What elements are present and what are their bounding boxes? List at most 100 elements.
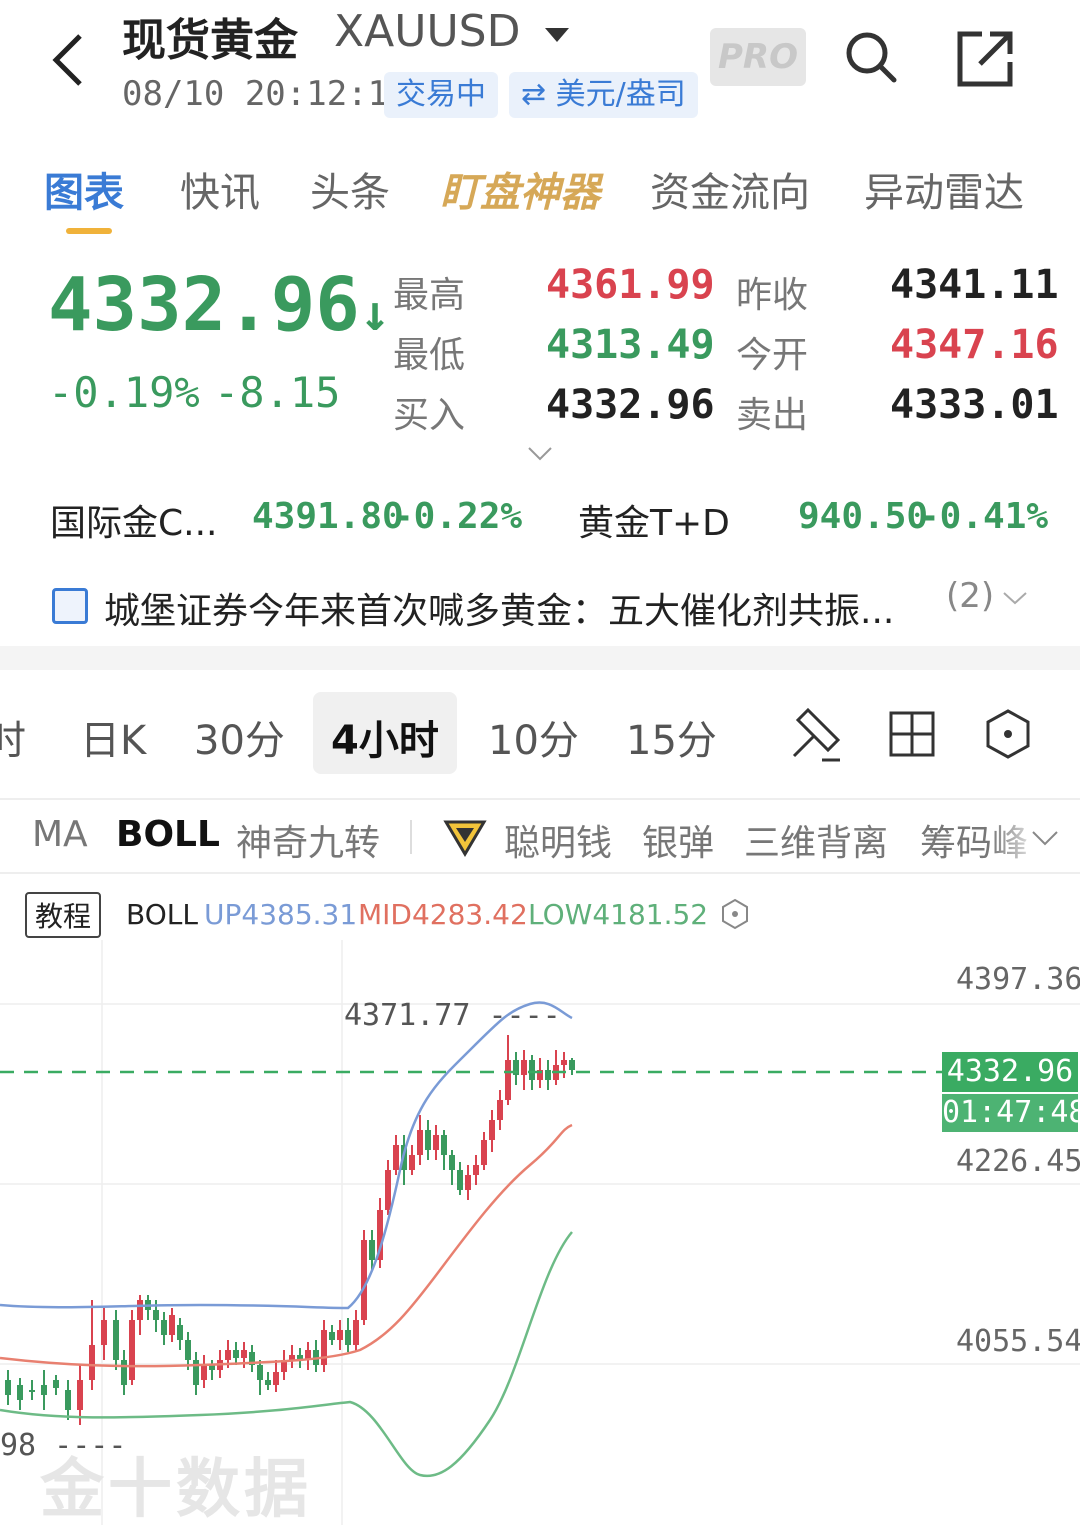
candle-body — [193, 1360, 199, 1385]
high-label: 最高 — [393, 275, 466, 316]
tab-headlines[interactable]: 头条 — [310, 160, 390, 218]
indicator-silver-bullet[interactable]: 银弹 — [642, 814, 714, 866]
news-chevron-icon[interactable] — [1002, 588, 1028, 608]
indicator-divider — [410, 820, 412, 854]
news-icon — [52, 588, 88, 624]
layout-grid-icon[interactable] — [888, 710, 936, 758]
candle-body — [121, 1360, 127, 1385]
dropdown-caret-icon[interactable] — [545, 28, 569, 42]
low-label: 最低 — [393, 335, 466, 376]
share-icon[interactable] — [956, 30, 1014, 88]
candle-body — [273, 1372, 279, 1385]
related-value-0: 4391.80 — [252, 496, 404, 537]
open-value: 4347.16 — [890, 322, 1059, 368]
candle-body — [441, 1135, 447, 1155]
low-value: 4313.49 — [546, 322, 715, 368]
candle-body — [201, 1365, 207, 1380]
candle-body — [497, 1100, 503, 1120]
candle-body — [265, 1380, 271, 1385]
boll-settings-icon[interactable] — [720, 898, 750, 930]
candle-body — [385, 1170, 391, 1210]
divider — [0, 872, 1080, 874]
candle-body — [225, 1350, 231, 1360]
high-value: 4361.99 — [546, 262, 715, 308]
candle-body — [529, 1060, 535, 1080]
candle-body — [101, 1320, 107, 1345]
tab-flash[interactable]: 快讯 — [180, 160, 260, 218]
candle-body — [489, 1120, 495, 1140]
candle-body — [65, 1390, 71, 1410]
settings-hexagon-icon[interactable] — [984, 708, 1032, 760]
candle-body — [129, 1320, 135, 1380]
boll-low: LOW4181.52 — [528, 898, 709, 931]
pro-button[interactable]: PRO — [710, 28, 806, 86]
axis-label-mid: 4226.45 — [956, 1144, 1080, 1179]
indicator-ma[interactable]: MA — [32, 814, 88, 855]
candle-body — [337, 1330, 343, 1340]
candles — [5, 1035, 575, 1425]
indicator-divergence[interactable]: 三维背离 — [744, 814, 888, 866]
candle-body — [457, 1170, 463, 1190]
candle-body — [329, 1332, 335, 1340]
candle-body — [5, 1380, 11, 1395]
period-day[interactable]: 日K — [80, 708, 146, 766]
page-title: 现货黄金 — [122, 15, 298, 66]
indicator-chevron-icon[interactable] — [1030, 828, 1060, 848]
axis-label-low: 4055.54 — [956, 1324, 1080, 1359]
period-10m[interactable]: 10分 — [488, 708, 579, 766]
datetime: 08/10 20:12:11 — [122, 74, 409, 114]
symbol-label[interactable]: XAUUSD — [334, 6, 520, 57]
candle-body — [369, 1240, 375, 1260]
expand-chevron-icon[interactable] — [527, 440, 553, 466]
indicator-boll[interactable]: BOLL — [116, 814, 220, 855]
high-marker: 4371.77 ---- — [344, 998, 561, 1033]
candle-body — [17, 1385, 23, 1400]
news-headline[interactable]: 城堡证券今年来首次喊多黄金：五大催化剂共振... — [104, 582, 894, 634]
period-30m[interactable]: 30分 — [194, 708, 285, 766]
news-count[interactable]: (2) — [946, 576, 994, 616]
candle-body — [153, 1310, 159, 1320]
period-4h[interactable]: 4小时 — [331, 708, 439, 766]
last-price-tag: 4332.96 — [942, 1052, 1078, 1092]
candle-body — [505, 1060, 511, 1100]
bid-value: 4332.96 — [546, 382, 715, 428]
candle-body — [89, 1345, 95, 1380]
related-name-0[interactable]: 国际金C... — [50, 494, 217, 546]
candle-body — [569, 1060, 575, 1070]
indicator-smart-money[interactable]: 聪明钱 — [504, 814, 612, 866]
prev-close-label: 昨收 — [736, 275, 809, 316]
boll-label: BOLL — [126, 898, 198, 931]
candle-body — [409, 1155, 415, 1170]
tab-chart[interactable]: 图表 — [44, 160, 124, 218]
tab-anomaly-radar[interactable]: 异动雷达 — [864, 160, 1024, 218]
candle-body — [425, 1130, 431, 1150]
candle-body — [177, 1325, 183, 1340]
candle-body — [241, 1350, 247, 1358]
tutorial-button[interactable]: 教程 — [25, 892, 101, 938]
candle-body — [29, 1390, 35, 1392]
ask-label: 卖出 — [736, 395, 809, 436]
related-change-1: -0.41% — [918, 496, 1049, 537]
candle-body — [473, 1165, 479, 1175]
candle-body — [481, 1140, 487, 1165]
countdown-tag: 01:47:48 — [942, 1094, 1080, 1132]
tab-watch-tool[interactable]: 盯盘神器 — [440, 160, 600, 218]
back-arrow-icon[interactable] — [48, 30, 88, 90]
period-15m[interactable]: 15分 — [626, 708, 717, 766]
divider — [0, 798, 1080, 800]
unit-toggle[interactable]: ⇄ 美元/盎司 — [509, 72, 698, 118]
boll-up: UP4385.31 — [204, 898, 358, 931]
candle-body — [393, 1145, 399, 1170]
tab-fund-flow[interactable]: 资金流向 — [650, 160, 810, 218]
search-icon[interactable] — [842, 28, 900, 86]
related-change-0: -0.22% — [392, 496, 523, 537]
watermark-logo: 金十数据 — [40, 1453, 312, 1527]
candle-body — [417, 1130, 423, 1155]
candle-body — [233, 1350, 239, 1358]
related-name-1[interactable]: 黄金T+D — [578, 494, 730, 546]
indicator-td9[interactable]: 神奇九转 — [236, 814, 380, 866]
period-hour[interactable]: 时 — [0, 708, 26, 766]
candle-body — [353, 1320, 359, 1345]
drawing-tool-icon[interactable] — [790, 706, 844, 764]
prev-close-value: 4341.11 — [890, 262, 1059, 308]
